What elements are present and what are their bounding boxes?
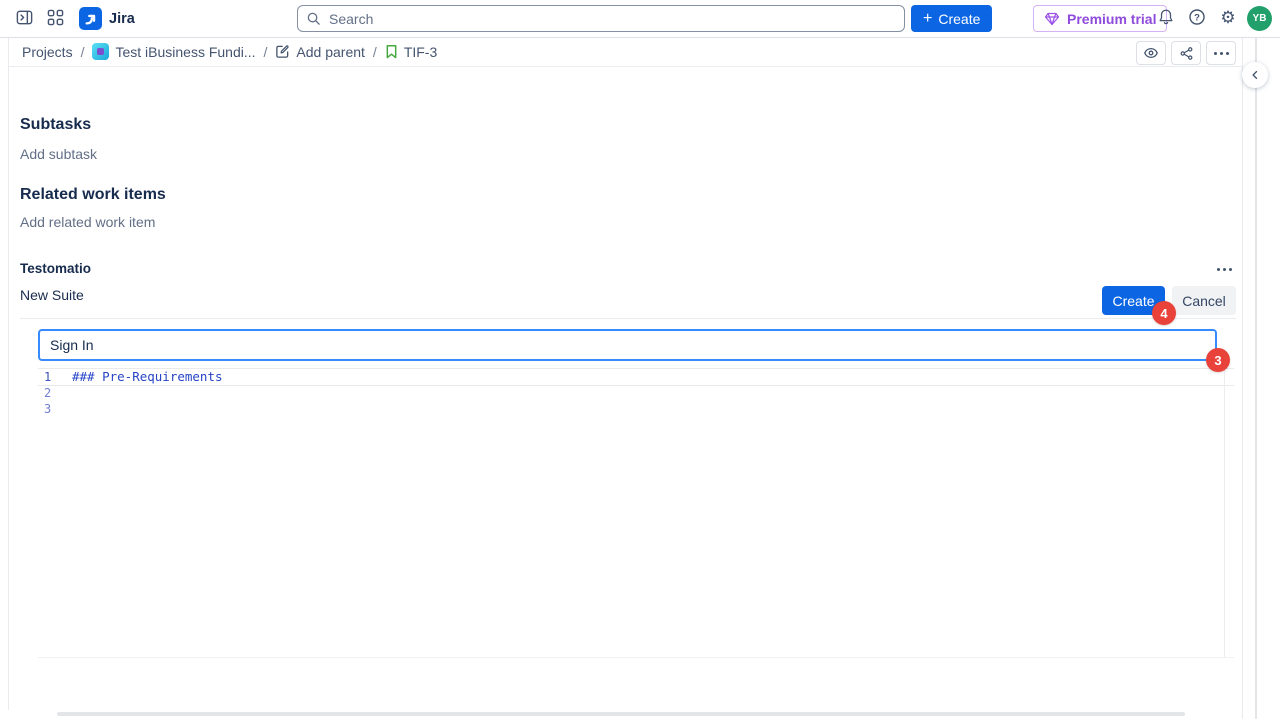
help-icon: ?: [1188, 8, 1206, 29]
breadcrumb-project[interactable]: Test iBusiness Fundi...: [92, 43, 255, 60]
editor-scrollbar-track[interactable]: [1224, 368, 1225, 657]
line-number: 1: [38, 370, 72, 384]
top-navigation-bar: Jira + Create Premium trial ?: [0, 0, 1280, 38]
more-actions-button[interactable]: [1206, 41, 1236, 65]
share-button[interactable]: [1171, 41, 1201, 65]
app-name: Jira: [109, 11, 135, 27]
testomatio-status-label: New Suite: [20, 287, 84, 303]
editor-line: 3: [38, 401, 1234, 417]
settings-button[interactable]: ⚙: [1218, 8, 1238, 28]
section-divider: [20, 318, 1236, 319]
annotation-badge-4: 4: [1152, 301, 1176, 325]
chevron-left-icon: [1249, 69, 1261, 81]
plus-icon: +: [923, 11, 932, 27]
collapse-panel-button[interactable]: [1242, 62, 1268, 88]
editor-line: 2: [38, 386, 1234, 402]
testomatio-more-button[interactable]: [1212, 262, 1236, 276]
line-number: 2: [38, 386, 72, 400]
edit-icon: [275, 44, 290, 59]
share-icon: [1179, 46, 1194, 61]
watch-button[interactable]: [1136, 41, 1166, 65]
global-search: [297, 5, 905, 32]
annotation-badge-3: 3: [1206, 348, 1230, 372]
panel-left-border: [8, 37, 9, 710]
panel-right-border: [1242, 37, 1243, 719]
breadcrumb: Projects / Test iBusiness Fundi... / Add…: [8, 37, 1242, 67]
notifications-button[interactable]: [1156, 8, 1176, 28]
user-avatar[interactable]: YB: [1247, 6, 1272, 31]
bell-icon: [1157, 8, 1175, 29]
eye-icon: [1143, 45, 1159, 61]
help-button[interactable]: ?: [1187, 8, 1207, 28]
breadcrumb-separator: /: [81, 44, 85, 60]
app-switcher-button[interactable]: [45, 9, 65, 29]
create-button[interactable]: + Create: [911, 5, 992, 32]
breadcrumb-projects[interactable]: Projects: [22, 44, 73, 60]
suite-description-editor[interactable]: 1 ### Pre-Requirements 2 3: [38, 368, 1234, 658]
search-icon: [306, 11, 321, 26]
sidebar-toggle-button[interactable]: [14, 9, 34, 29]
app-grid-icon: [47, 9, 64, 29]
line-number: 3: [38, 402, 72, 416]
subtasks-heading: Subtasks: [20, 116, 91, 134]
add-parent-button[interactable]: Add parent: [275, 44, 365, 60]
svg-text:?: ?: [1194, 12, 1200, 23]
add-related-work-item-button[interactable]: Add related work item: [20, 214, 155, 230]
add-subtask-button[interactable]: Add subtask: [20, 146, 97, 162]
code-text: ### Pre-Requirements: [72, 369, 223, 384]
horizontal-scrollbar[interactable]: [57, 712, 1185, 716]
ellipsis-icon: [1214, 52, 1229, 55]
testomatio-heading: Testomatio: [20, 261, 91, 276]
suite-title-input[interactable]: [38, 329, 1217, 361]
ellipsis-icon: [1217, 268, 1232, 271]
project-avatar-icon: [92, 43, 109, 60]
jira-logo-icon: [79, 7, 102, 30]
right-panel-divider[interactable]: [1255, 37, 1257, 719]
search-input[interactable]: [327, 10, 896, 28]
diamond-icon: [1044, 11, 1060, 27]
related-work-items-heading: Related work items: [20, 186, 166, 204]
sidebar-toggle-icon: [15, 8, 34, 30]
work-item-actions: [1136, 41, 1236, 65]
story-bookmark-icon: [385, 44, 398, 59]
breadcrumb-work-item[interactable]: TIF-3: [385, 44, 437, 60]
jira-home-link[interactable]: Jira: [79, 7, 135, 30]
suite-cancel-button[interactable]: Cancel: [1172, 286, 1236, 315]
editor-line: 1 ### Pre-Requirements: [38, 368, 1234, 386]
breadcrumb-separator: /: [264, 44, 268, 60]
jira-work-item-page: Jira + Create Premium trial ?: [0, 0, 1280, 719]
breadcrumb-separator: /: [373, 44, 377, 60]
gear-icon: ⚙: [1220, 10, 1235, 27]
premium-trial-button[interactable]: Premium trial: [1033, 5, 1167, 32]
